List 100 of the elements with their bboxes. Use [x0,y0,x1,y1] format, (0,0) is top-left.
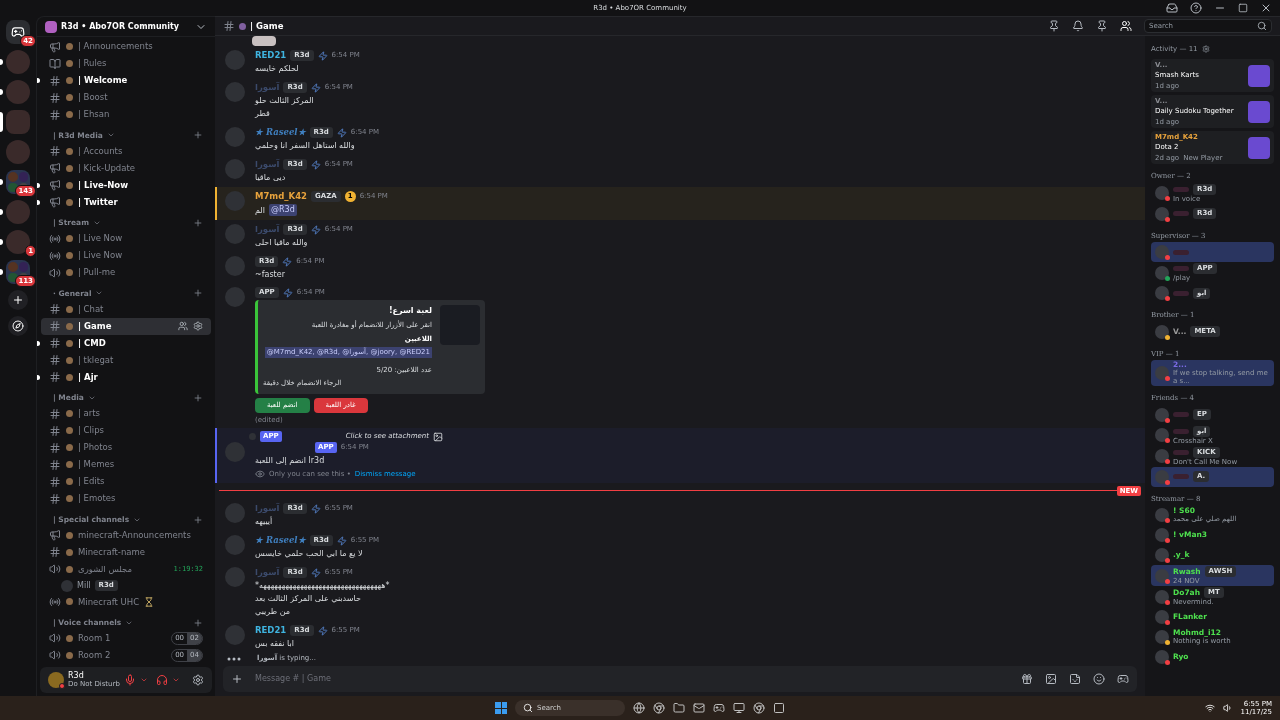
start-button[interactable] [495,702,507,714]
author-name[interactable]: RED21 [255,49,287,62]
add-channel-icon[interactable] [193,514,203,525]
channel-item[interactable]: | Ehsan [41,106,211,123]
server-icon[interactable] [6,230,30,254]
add-server-icon[interactable] [8,290,28,310]
maximize-icon[interactable] [1238,3,1248,13]
channel-item[interactable]: | arts [41,405,211,423]
avatar-photo [225,127,245,147]
channel-item[interactable]: | Welcome [41,72,211,89]
chevron-down-icon[interactable] [172,676,180,684]
avatar-photo [225,287,245,307]
volume-icon[interactable] [1222,703,1233,713]
add-channel-icon[interactable] [193,288,203,299]
channel-item[interactable]: | Clips [41,422,211,440]
inbox-icon[interactable] [1166,2,1178,14]
add-channel-icon[interactable] [193,393,203,403]
taskbar-app-icon[interactable] [733,702,745,714]
channel-item[interactable]: | Accounts [41,142,211,160]
channel-item[interactable]: | Rules [41,55,211,72]
channel-emoji-icon [66,198,73,206]
emoji-icon[interactable] [1093,673,1105,685]
channel-item[interactable]: | Live Now [41,247,211,265]
taskbar-app-icon[interactable] [633,702,645,714]
add-attachment-icon[interactable] [231,673,243,685]
channel-item[interactable]: | Twitter [41,193,211,211]
user-mention[interactable]: @R3d [269,204,297,216]
message-composer-bar[interactable]: Message # | Game [223,666,1137,692]
close-icon[interactable] [1260,2,1272,14]
channel-item[interactable]: | Announcements [41,38,211,55]
channel-item[interactable]: | Boost [41,89,211,106]
muted-mic-icon[interactable] [124,674,136,686]
voice-user-name[interactable]: Mill [77,579,91,592]
channel-name: Minecraft UHC [78,595,140,609]
hash-icon [49,145,61,158]
discover-icon[interactable] [8,316,28,336]
channel-emoji-icon [66,444,73,452]
speaker-icon [49,563,61,576]
channel-emoji-icon [66,60,73,67]
channel-item[interactable]: | Emotes [41,490,211,508]
channel-item[interactable]: | tklegat [41,351,211,369]
stage-icon [49,595,61,608]
hash-icon [49,320,61,333]
channel-emoji-icon [66,634,73,642]
avatar-photo [1155,589,1169,604]
hash-icon [49,492,61,505]
channel-name: Room 1 [78,632,111,645]
sticker-icon[interactable] [1069,673,1081,685]
pin-icon[interactable] [1096,20,1108,32]
hash-icon [49,475,61,488]
add-channel-icon[interactable] [193,217,203,228]
author-name[interactable]: ★ Raseel★ [255,534,306,547]
settings-icon[interactable] [192,674,204,686]
author-name[interactable]: M7md_K42 [255,190,307,203]
message-input[interactable]: Message # | Game [255,673,1009,685]
taskbar-app-icon[interactable] [713,702,725,714]
channel-item[interactable]: | CMD [41,334,211,352]
channel-item[interactable]: minecraft-Announcements [41,526,211,544]
channel-emoji-icon [66,478,73,486]
taskbar-app-icon[interactable] [773,702,785,714]
channel-item[interactable]: | Kick-Update [41,159,211,177]
channel-name: | Pull-me [78,266,116,280]
channel-name: | Chat [78,302,104,316]
channel-item[interactable]: Minecraft UHC [41,593,211,611]
channel-item[interactable]: | Memes [41,456,211,474]
channel-item[interactable]: Minecraft-name [41,543,211,561]
channel-item[interactable]: | Photos [41,439,211,457]
channel-emoji-icon [66,548,73,556]
help-icon[interactable] [1190,2,1202,14]
taskbar-app-icon[interactable] [673,702,685,714]
channel-item[interactable]: | Chat [41,300,211,318]
taskbar-app-icon[interactable] [753,702,765,714]
chevron-down-icon[interactable] [140,676,148,684]
add-channel-icon[interactable] [193,617,203,628]
author-name[interactable]: ★ Raseel★ [255,126,306,139]
hash-icon [49,441,61,454]
gift-icon[interactable] [1021,673,1033,685]
channel-item[interactable]: | Ajr [41,368,211,386]
hidden-name-bar [1173,186,1189,192]
invite-icon[interactable] [178,321,188,332]
hash-icon [49,546,61,559]
channel-item[interactable]: | Edits [41,473,211,491]
author-name[interactable]: RED21 [255,624,287,637]
settings-icon[interactable] [1201,45,1210,53]
wifi-icon[interactable] [1204,703,1215,713]
channel-item[interactable]: | Live-Now [41,176,211,194]
channel-item[interactable]: | Game [41,317,211,335]
server-name[interactable]: R3d • Abo7OR Community [61,20,191,33]
bell-icon[interactable] [1072,20,1084,32]
taskbar-app-icon[interactable] [653,702,665,714]
hidden-name-bar [1173,211,1189,216]
deafened-headphones-icon[interactable] [156,674,168,686]
channel-item[interactable]: | Pull-me [41,264,211,282]
channel-item[interactable]: | Live Now [41,230,211,248]
image-attachment[interactable] [252,36,276,46]
settings-icon[interactable] [193,321,203,332]
channel-emoji-icon [66,77,73,84]
taskbar-app-icon[interactable] [693,702,705,714]
members-icon[interactable] [1120,20,1132,32]
add-channel-icon[interactable] [193,130,203,141]
